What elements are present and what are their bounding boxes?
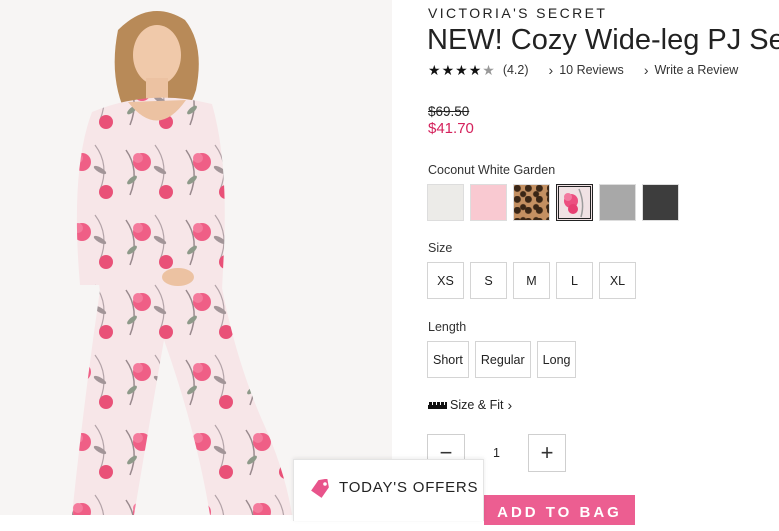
ruler-icon [428, 401, 447, 409]
size-option-xl[interactable]: XL [599, 262, 636, 299]
size-fit-link[interactable]: Size & Fit › [428, 397, 512, 413]
swatch-heather-gray[interactable] [599, 184, 636, 221]
length-label: Length [428, 320, 467, 334]
swatch-off-white[interactable] [427, 184, 464, 221]
quantity-increase-button[interactable]: + [528, 434, 566, 472]
length-option-long[interactable]: Long [536, 341, 577, 378]
star-icon: ★ [455, 62, 468, 78]
size-options: XS S M L XL [427, 262, 636, 299]
rating-value: (4.2) [502, 63, 529, 77]
chevron-right-icon: › [643, 62, 649, 78]
star-icon: ★ [428, 62, 441, 78]
original-price: $69.50 [428, 104, 470, 119]
star-rating: ★ ★ ★ ★ ★ [428, 63, 495, 77]
swatch-leopard[interactable] [513, 184, 550, 221]
size-option-l[interactable]: L [556, 262, 593, 299]
size-option-m[interactable]: M [513, 262, 550, 299]
length-option-short[interactable]: Short [427, 341, 469, 378]
quantity-value[interactable]: 1 [465, 446, 528, 460]
product-title: NEW! Cozy Wide-leg PJ Set [427, 24, 779, 56]
add-to-bag-button[interactable]: ADD TO BAG [484, 495, 635, 525]
reviews-link[interactable]: 10 Reviews [559, 63, 624, 77]
sale-price: $41.70 [428, 120, 474, 137]
swatch-pink[interactable] [470, 184, 507, 221]
swatch-coconut-white-garden[interactable] [556, 184, 593, 221]
chevron-right-icon: › [548, 62, 554, 78]
size-fit-label: Size & Fit [450, 398, 504, 412]
model-in-pajamas-illustration [0, 0, 392, 515]
star-icon: ★ [468, 62, 482, 78]
star-icon: ★ [441, 62, 455, 78]
todays-offers-tab[interactable]: TODAY'S OFFERS [293, 459, 484, 521]
color-swatches [427, 184, 679, 221]
todays-offers-label: TODAY'S OFFERS [339, 479, 479, 496]
length-options: Short Regular Long [427, 341, 577, 378]
write-review-link[interactable]: Write a Review [654, 63, 738, 77]
star-outline-icon: ★ [482, 62, 495, 78]
length-option-regular[interactable]: Regular [474, 341, 531, 378]
swatch-charcoal[interactable] [642, 184, 679, 221]
size-label: Size [428, 241, 453, 255]
size-option-xs[interactable]: XS [427, 262, 464, 299]
selected-color-name: Coconut White Garden [428, 163, 556, 177]
floral-swatch-icon [564, 188, 584, 218]
price-tag-icon [311, 479, 329, 498]
chevron-right-icon: › [507, 397, 513, 413]
brand-name: VICTORIA'S SECRET [428, 5, 608, 21]
rating-row: ★ ★ ★ ★ ★ (4.2) › 10 Reviews › Write a R… [428, 62, 738, 78]
size-option-s[interactable]: S [470, 262, 507, 299]
product-image[interactable] [0, 0, 392, 515]
